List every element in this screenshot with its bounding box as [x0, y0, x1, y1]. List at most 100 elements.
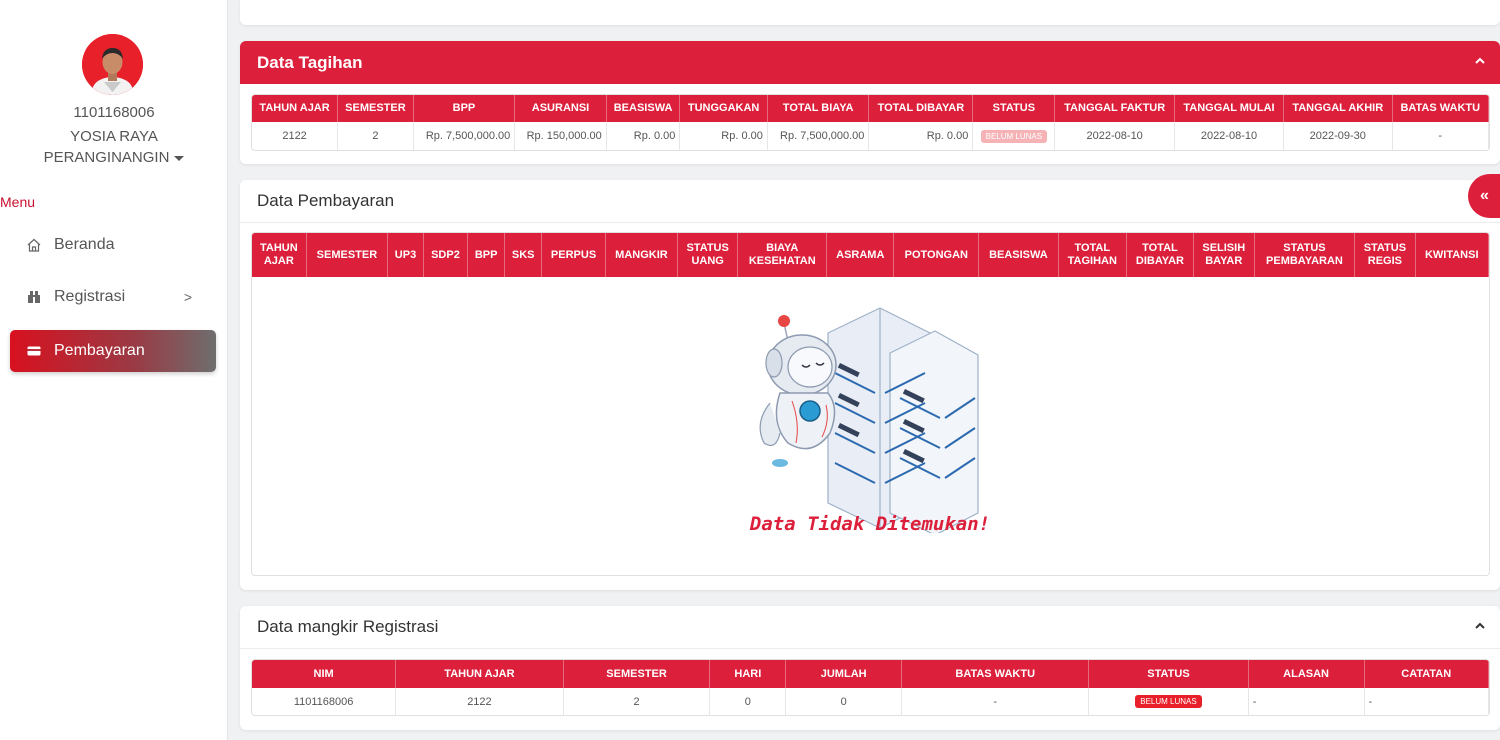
- column-header: ASURANSI: [514, 95, 607, 122]
- column-header: BEASISWA: [606, 95, 681, 122]
- sidebar-item-registrasi[interactable]: Registrasi >: [10, 276, 216, 318]
- table-cell: -: [1392, 122, 1489, 150]
- column-header: UP3: [387, 233, 424, 277]
- mangkir-header: Data mangkir Registrasi: [240, 606, 1500, 649]
- column-header-line: TAGIHAN: [1067, 255, 1117, 267]
- menu-label: Menu: [0, 194, 36, 210]
- column-header-line: TOTAL: [1142, 242, 1178, 254]
- table-cell: Rp. 7,500,000.00: [767, 122, 870, 150]
- column-header: TAHUN AJAR: [252, 233, 307, 277]
- table-cell: BELUM LUNAS: [972, 122, 1056, 150]
- card-title: Data Pembayaran: [257, 191, 395, 210]
- user-name[interactable]: YOSIA RAYA PERANGINANGIN: [0, 126, 228, 168]
- registration-icon: [26, 289, 42, 305]
- pembayaran-card: Data Pembayaran TAHUN AJAR SEMESTER UP3 SDP2…: [240, 180, 1500, 590]
- column-header-line: ASRAMA: [836, 248, 885, 261]
- user-id: 1101168006: [73, 104, 155, 121]
- column-header-line: KESEHATAN: [748, 255, 816, 267]
- column-header-line: BEASISWA: [989, 248, 1048, 261]
- column-header: ALASAN: [1248, 660, 1365, 688]
- status-badge: BELUM LUNAS: [1135, 695, 1202, 708]
- column-header: STATUS: [972, 95, 1056, 122]
- sidebar-item-label: Pembayaran: [54, 342, 145, 359]
- not-found-illustration: [759, 307, 979, 533]
- sidebar-item-label: Beranda: [54, 236, 115, 253]
- column-header: STATUS: [1088, 660, 1249, 688]
- table-row: 1101168006 2122 2 0 0- BELUM LUNAS - -: [252, 688, 1489, 715]
- column-header: TUNGGAKAN: [679, 95, 768, 122]
- chevron-up-icon[interactable]: [1472, 53, 1488, 69]
- column-header: BPP: [467, 233, 506, 277]
- tagihan-table: TAHUN AJAR SEMESTER BPP ASURANSI BEASISWA TUN…: [252, 95, 1489, 150]
- column-header: MANGKIR: [605, 233, 679, 277]
- column-header-line: REGIS: [1367, 255, 1402, 267]
- table-cell: Rp. 0.00: [868, 122, 974, 150]
- column-header-line: BIAYA: [766, 242, 799, 254]
- column-header: TOTAL BIAYA: [767, 95, 870, 122]
- card-icon: [26, 343, 42, 359]
- column-header: BATAS WAKTU: [901, 660, 1090, 688]
- column-header-line: MANGKIR: [615, 248, 668, 261]
- column-header-line: SEMESTER: [316, 248, 378, 261]
- column-header: SELISIH BAYAR: [1193, 233, 1255, 277]
- sidebar-item-beranda[interactable]: Beranda: [10, 224, 216, 266]
- mangkir-table: NIM TAHUN AJAR SEMESTER HARI JUMLAH BATAS WAK…: [252, 660, 1489, 715]
- table-cell: 2022-09-30: [1283, 122, 1393, 150]
- tagihan-header: Data Tagihan: [240, 41, 1500, 84]
- chevron-up-icon[interactable]: [1472, 618, 1488, 634]
- column-header: NIM: [252, 660, 397, 688]
- sidebar: 1101168006 YOSIA RAYA PERANGINANGIN Menu…: [0, 0, 228, 740]
- column-header-line: PEMBAYARAN: [1266, 255, 1343, 267]
- column-header: CATATAN: [1364, 660, 1489, 688]
- table-cell: -: [1248, 688, 1365, 715]
- column-header-line: TOTAL: [1074, 242, 1111, 254]
- avatar[interactable]: [82, 34, 143, 95]
- column-header: STATUS UANG: [677, 233, 739, 277]
- column-header-line: STATUS: [686, 242, 729, 254]
- status-badge: BELUM LUNAS: [980, 129, 1048, 143]
- column-header-line: KWITANSI: [1424, 248, 1479, 261]
- column-header-line: STATUS: [1363, 242, 1407, 254]
- column-header: PERPUS: [541, 233, 606, 277]
- column-header: TANGGAL MULAI: [1174, 95, 1284, 122]
- column-header: KWITANSI: [1415, 233, 1489, 277]
- card-title: Data mangkir Registrasi: [257, 617, 439, 636]
- table-cell: -: [901, 688, 1090, 715]
- column-header: SEMESTER: [306, 233, 389, 277]
- column-header-line: SELISIH: [1202, 242, 1246, 254]
- table-cell: 2: [563, 688, 711, 715]
- column-header: HARI: [709, 660, 787, 688]
- column-header: BATAS WAKTU: [1392, 95, 1489, 122]
- sidebar-item-pembayaran[interactable]: Pembayaran: [10, 330, 216, 372]
- column-header: JUMLAH: [785, 660, 903, 688]
- card-title: Data Tagihan: [257, 52, 363, 72]
- column-header: STATUS PEMBAYARAN: [1254, 233, 1356, 277]
- table-cell: 1101168006: [252, 688, 397, 715]
- double-chevron-left-icon: «: [1480, 187, 1489, 204]
- tagihan-table-wrap: TAHUN AJAR SEMESTER BPP ASURANSI BEASISWA TUN…: [251, 94, 1490, 151]
- column-header: TOTAL DIBAYAR: [1126, 233, 1194, 277]
- caret-down-icon: [174, 155, 185, 161]
- column-header: SDP2: [423, 233, 469, 277]
- column-header-line: BAYAR: [1205, 255, 1243, 267]
- column-header: SEMESTER: [563, 660, 711, 688]
- column-header: STATUS REGIS: [1354, 233, 1416, 277]
- column-header: BEASISWA: [978, 233, 1059, 277]
- table-cell: Rp. 7,500,000.00: [413, 122, 516, 150]
- user-name-line1: YOSIA RAYA: [70, 128, 158, 145]
- column-header-line: BPP: [474, 248, 498, 261]
- column-header: SKS: [504, 233, 543, 277]
- home-icon: [26, 237, 42, 253]
- column-header: POTONGAN: [893, 233, 980, 277]
- column-header-line: STATUS: [1283, 242, 1326, 254]
- table-cell: Rp. 0.00: [606, 122, 681, 150]
- column-header-line: UANG: [691, 255, 724, 267]
- chevron-right-icon: >: [183, 289, 192, 305]
- table-cell: 2022-08-10: [1174, 122, 1284, 150]
- column-header-line: SDP2: [431, 248, 460, 261]
- mangkir-card: Data mangkir Registrasi NIM TAHUN AJAR SEM…: [240, 606, 1500, 730]
- table-cell: 2122: [395, 688, 564, 715]
- column-header-line: POTONGAN: [904, 248, 968, 261]
- table-cell: BELUM LUNAS: [1088, 688, 1249, 715]
- column-header-line: AJAR: [263, 255, 294, 267]
